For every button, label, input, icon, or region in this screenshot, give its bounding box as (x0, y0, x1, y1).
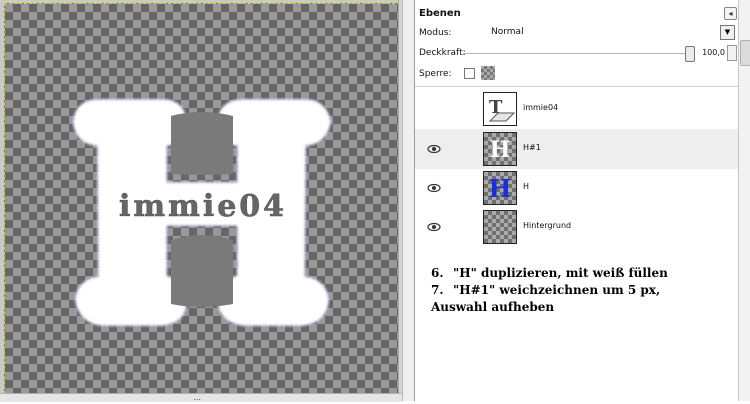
layer-thumbnail-h-1: H (483, 132, 517, 166)
mode-label: Modus: (419, 28, 452, 38)
layer-row-immie04[interactable]: T immie04 (415, 89, 738, 129)
opacity-spin-button[interactable] (727, 45, 737, 61)
eye-icon[interactable] (427, 221, 441, 233)
instruction-step: 7. "H#1" weichzeichnen um 5 px, (431, 282, 668, 299)
svg-text:H: H (490, 137, 511, 163)
layer-name[interactable]: H#1 (523, 143, 541, 152)
instruction-number: 7. (431, 283, 444, 297)
layer-name[interactable]: Hintergrund (523, 221, 571, 230)
scroll-grip-icon: ⋯ (193, 395, 201, 404)
opacity-slider-track[interactable] (463, 53, 689, 54)
layer-row-hintergrund[interactable]: Hintergrund (415, 207, 738, 247)
dock-vertical-scrollbar[interactable] (738, 0, 750, 401)
lock-alpha-checkbox[interactable] (464, 68, 475, 79)
image-canvas[interactable]: immie04 (4, 3, 400, 394)
dock-menu-button[interactable]: ◂ (724, 7, 737, 20)
instruction-number: 6. (431, 266, 444, 280)
canvas-artwork: immie04 (72, 98, 332, 327)
chevron-down-icon[interactable]: ▼ (720, 25, 735, 40)
mode-select[interactable]: Normal ▼ (487, 25, 735, 40)
opacity-label: Deckkraft: (419, 48, 466, 58)
eye-icon[interactable] (427, 182, 441, 194)
instruction-text: "H#1" weichzeichnen um 5 px, (453, 283, 661, 297)
dock-title: Ebenen (419, 8, 461, 19)
instruction-text: "H" duplizieren, mit weiß füllen (453, 266, 668, 280)
instruction-continuation: Auswahl aufheben (431, 300, 555, 314)
layer-thumbnail-h: H (483, 171, 517, 205)
layer-name[interactable]: H (523, 182, 529, 191)
svg-text:H: H (489, 174, 512, 203)
lock-alpha-icon (481, 66, 495, 80)
layers-dock: Ebenen ◂ Modus: Normal ▼ Deckkraft: 100,… (414, 0, 750, 401)
mode-value: Normal (491, 27, 524, 37)
text-layer-thumbnail: T (483, 92, 517, 126)
layer-row-h-1[interactable]: H H#1 (415, 129, 738, 169)
layer-thumbnail-hintergrund (483, 210, 517, 244)
layers-list: T immie04 H H#1 H H Hintergrund 6. "H" d… (415, 86, 738, 402)
lock-label: Sperre: (419, 69, 452, 79)
tutorial-instructions: 6. "H" duplizieren, mit weiß füllen 7. "H#… (431, 265, 668, 316)
layer-name[interactable]: immie04 (523, 103, 558, 112)
opacity-value[interactable]: 100,0 (697, 48, 725, 57)
instruction-step: 6. "H" duplizieren, mit weiß füllen (431, 265, 668, 282)
opacity-slider-handle[interactable] (685, 46, 695, 62)
eye-icon[interactable] (427, 143, 441, 155)
image-canvas-frame: immie04 ⋯ (0, 0, 403, 404)
canvas-text-immie04: immie04 (119, 189, 287, 224)
layer-row-h[interactable]: H H (415, 168, 738, 208)
scrollbar-thumb[interactable] (740, 40, 750, 66)
